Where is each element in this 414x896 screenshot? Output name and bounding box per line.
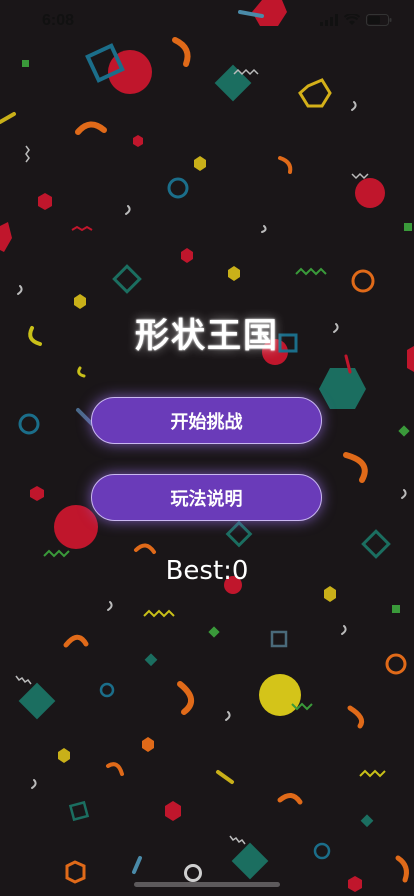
green-square-shape	[404, 223, 412, 231]
white-squiggle-shape	[15, 675, 32, 685]
red-circle-shape	[355, 178, 385, 208]
rainbow-arc-shape	[172, 37, 191, 67]
teal-diamond-outline	[361, 529, 391, 559]
rainbow-arc-shape	[134, 543, 156, 554]
rainbow-arc-shape	[75, 121, 107, 135]
green-square-shape	[392, 605, 400, 613]
yellow-hexagon-outline	[298, 78, 332, 108]
yellow-hexagon-shape	[324, 586, 336, 602]
teal-diamond-outline	[225, 520, 253, 548]
white-arc-shape	[107, 601, 113, 611]
blue-stick-shape	[76, 408, 94, 426]
how-to-play-button[interactable]: 玩法说明	[91, 474, 322, 521]
yellow-circle-shape	[259, 674, 301, 716]
white-squiggle-shape	[229, 835, 246, 845]
rainbow-arc-shape	[343, 452, 368, 483]
rainbow-arc-shape	[395, 855, 409, 883]
best-score: Best:0	[165, 556, 249, 586]
rainbow-arc-shape	[106, 762, 124, 776]
teal-diamond-shape	[144, 653, 158, 667]
red-hexagon-shape	[252, 0, 287, 26]
status-bar-time: 6:08	[42, 12, 75, 29]
white-arc-shape	[261, 225, 267, 233]
start-challenge-button[interactable]: 开始挑战	[91, 397, 322, 444]
red-hexagon-shape	[348, 876, 362, 892]
teal-diamond-shape	[18, 682, 56, 720]
red-hexagon-shape	[133, 135, 143, 147]
teal-hexagon-shape	[319, 368, 366, 409]
teal-ring-shape	[167, 177, 189, 199]
yellow-hexagon-shape	[74, 294, 86, 309]
rainbow-arc-shape	[277, 793, 303, 805]
rainbow-arc-shape	[278, 156, 293, 174]
red-hexagon-shape	[38, 193, 52, 210]
blue-stick-shape	[132, 856, 142, 874]
teal-square-outline	[68, 800, 90, 822]
decorative-shapes-background	[0, 0, 414, 892]
rainbow-arc-shape	[177, 681, 194, 715]
teal-ring-shape	[313, 842, 331, 860]
yellow-hexagon-shape	[58, 748, 70, 763]
white-squiggle-shape	[25, 145, 30, 163]
teal-square-outline	[270, 630, 288, 648]
teal-ring-shape	[18, 413, 40, 435]
cellular-signal-icon	[320, 14, 338, 26]
game-title: 形状王国	[135, 316, 279, 356]
rainbow-arc-shape	[63, 634, 89, 648]
white-arc-shape	[401, 489, 407, 499]
teal-diamond-shape	[231, 842, 269, 880]
red-hexagon-shape	[181, 248, 193, 263]
rainbow-arc-shape	[347, 705, 365, 729]
yellow-squiggle-shape	[359, 769, 386, 778]
white-arc-shape	[125, 205, 131, 215]
status-bar-icons	[320, 14, 392, 26]
teal-diamond-outline	[112, 264, 142, 294]
red-hexagon-shape	[0, 222, 12, 252]
orange-hexagon-outline	[65, 860, 86, 884]
yellow-arc-shape	[77, 366, 86, 378]
teal-ring-shape	[99, 682, 115, 698]
green-square-shape	[22, 60, 29, 67]
orange-hexagon-shape	[142, 737, 154, 752]
battery-icon	[366, 14, 392, 26]
white-arc-shape	[351, 101, 357, 111]
red-circle-shape	[54, 505, 98, 549]
white-arc-shape	[31, 779, 37, 789]
yellow-squiggle-shape	[143, 609, 175, 618]
home-indicator[interactable]	[134, 882, 280, 887]
orange-ring-shape	[385, 653, 407, 675]
teal-diamond-shape	[360, 814, 374, 828]
white-arc-shape	[225, 711, 231, 721]
green-square-shape	[398, 425, 410, 437]
red-hexagon-shape	[165, 801, 181, 821]
yellow-hexagon-shape	[194, 156, 206, 171]
white-squiggle-shape	[351, 172, 369, 180]
ring-icon	[184, 864, 202, 882]
yellow-stick-shape	[0, 112, 16, 124]
green-square-shape	[208, 626, 220, 638]
white-arc-shape	[341, 625, 347, 635]
orange-ring-shape	[351, 269, 375, 293]
red-hexagon-shape	[30, 486, 44, 501]
green-squiggle-shape	[295, 267, 327, 276]
wifi-icon	[344, 14, 360, 25]
yellow-hexagon-shape	[228, 266, 240, 281]
yellow-stick-shape	[216, 770, 234, 784]
red-squiggle-shape	[71, 225, 93, 232]
white-arc-shape	[17, 285, 23, 295]
